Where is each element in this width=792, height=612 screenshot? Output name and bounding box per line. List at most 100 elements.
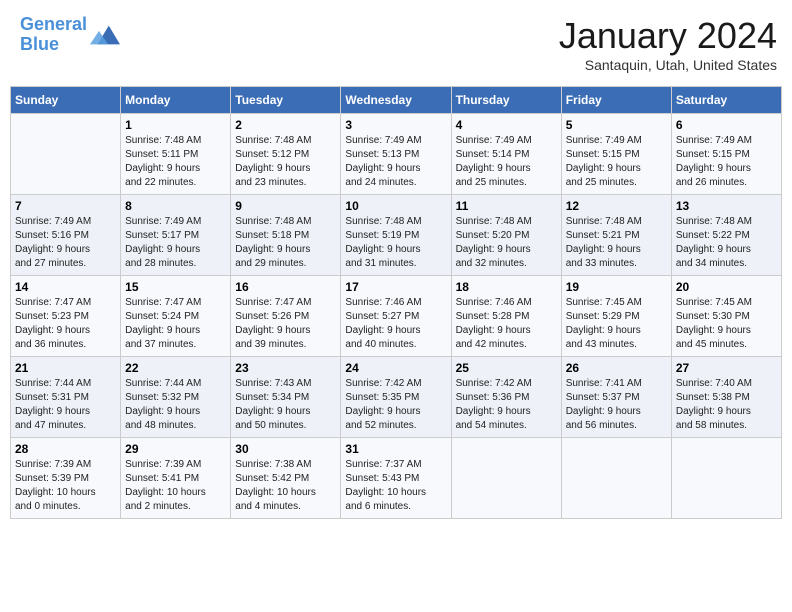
calendar-cell: 25 Sunrise: 7:42 AM Sunset: 5:36 PM Dayli…	[451, 357, 561, 438]
day-number: 30	[235, 442, 336, 456]
day-info: Sunrise: 7:46 AM Sunset: 5:28 PM Dayligh…	[456, 296, 557, 352]
day-number: 21	[15, 361, 116, 375]
day-number: 5	[566, 118, 667, 132]
calendar-cell: 4Sunrise: 7:49 AM Sunset: 5:14 PM Daylig…	[451, 114, 561, 195]
day-info: Sunrise: 7:37 AM Sunset: 5:43 PM Dayligh…	[345, 458, 446, 514]
day-number: 22	[125, 361, 226, 375]
calendar-body: 1 Sunrise: 7:48 AM Sunset: 5:11 PM Daylig…	[11, 114, 782, 519]
calendar-cell: 21Sunrise: 7:44 AM Sunset: 5:31 PM Dayli…	[11, 357, 121, 438]
day-number: 20	[676, 280, 777, 294]
day-number: 13	[676, 199, 777, 213]
calendar-cell: 12 Sunrise: 7:48 AM Sunset: 5:21 PM Dayli…	[561, 195, 671, 276]
calendar-cell: 30Sunrise: 7:38 AM Sunset: 5:42 PM Dayli…	[231, 438, 341, 519]
day-info: Sunrise: 7:49 AM Sunset: 5:15 PM Dayligh…	[566, 134, 667, 190]
calendar-cell	[561, 438, 671, 519]
day-info: Sunrise: 7:48 AM Sunset: 5:21 PM Dayligh…	[566, 215, 667, 271]
calendar-cell: 28 Sunrise: 7:39 AM Sunset: 5:39 PM Dayli…	[11, 438, 121, 519]
calendar-cell: 24 Sunrise: 7:42 AM Sunset: 5:35 PM Dayli…	[341, 357, 451, 438]
day-number: 12	[566, 199, 667, 213]
day-info: Sunrise: 7:42 AM Sunset: 5:36 PM Dayligh…	[456, 377, 557, 433]
calendar-week-1: 1 Sunrise: 7:48 AM Sunset: 5:11 PM Daylig…	[11, 114, 782, 195]
calendar-week-4: 21Sunrise: 7:44 AM Sunset: 5:31 PM Dayli…	[11, 357, 782, 438]
day-number: 18	[456, 280, 557, 294]
calendar-cell: 18 Sunrise: 7:46 AM Sunset: 5:28 PM Dayli…	[451, 276, 561, 357]
day-number: 25	[456, 361, 557, 375]
day-number: 26	[566, 361, 667, 375]
logo-text: General Blue	[20, 15, 87, 55]
day-number: 23	[235, 361, 336, 375]
day-info: Sunrise: 7:41 AM Sunset: 5:37 PM Dayligh…	[566, 377, 667, 433]
header-cell-friday: Friday	[561, 87, 671, 114]
day-number: 2	[235, 118, 336, 132]
header-cell-thursday: Thursday	[451, 87, 561, 114]
location: Santaquin, Utah, United States	[559, 57, 777, 73]
calendar-cell: 20 Sunrise: 7:45 AM Sunset: 5:30 PM Dayli…	[671, 276, 781, 357]
day-info: Sunrise: 7:45 AM Sunset: 5:30 PM Dayligh…	[676, 296, 777, 352]
day-number: 6	[676, 118, 777, 132]
day-info: Sunrise: 7:48 AM Sunset: 5:20 PM Dayligh…	[456, 215, 557, 271]
calendar-cell: 3Sunrise: 7:49 AM Sunset: 5:13 PM Daylig…	[341, 114, 451, 195]
calendar-week-2: 7Sunrise: 7:49 AM Sunset: 5:16 PM Daylig…	[11, 195, 782, 276]
calendar-cell: 27 Sunrise: 7:40 AM Sunset: 5:38 PM Dayli…	[671, 357, 781, 438]
day-info: Sunrise: 7:39 AM Sunset: 5:41 PM Dayligh…	[125, 458, 226, 514]
calendar-week-5: 28 Sunrise: 7:39 AM Sunset: 5:39 PM Dayli…	[11, 438, 782, 519]
title-area: January 2024 Santaquin, Utah, United Sta…	[559, 15, 777, 73]
day-number: 3	[345, 118, 446, 132]
calendar-cell: 13 Sunrise: 7:48 AM Sunset: 5:22 PM Dayli…	[671, 195, 781, 276]
calendar-cell: 14 Sunrise: 7:47 AM Sunset: 5:23 PM Dayli…	[11, 276, 121, 357]
calendar-cell: 9 Sunrise: 7:48 AM Sunset: 5:18 PM Daylig…	[231, 195, 341, 276]
logo-icon	[90, 20, 120, 50]
day-info: Sunrise: 7:46 AM Sunset: 5:27 PM Dayligh…	[345, 296, 446, 352]
day-info: Sunrise: 7:48 AM Sunset: 5:12 PM Dayligh…	[235, 134, 336, 190]
header-cell-sunday: Sunday	[11, 87, 121, 114]
day-info: Sunrise: 7:39 AM Sunset: 5:39 PM Dayligh…	[15, 458, 116, 514]
day-number: 24	[345, 361, 446, 375]
calendar-cell: 26 Sunrise: 7:41 AM Sunset: 5:37 PM Dayli…	[561, 357, 671, 438]
logo: General Blue	[20, 15, 120, 55]
page-header: General Blue January 2024 Santaquin, Uta…	[10, 10, 782, 78]
calendar-cell: 1 Sunrise: 7:48 AM Sunset: 5:11 PM Daylig…	[121, 114, 231, 195]
day-info: Sunrise: 7:47 AM Sunset: 5:24 PM Dayligh…	[125, 296, 226, 352]
calendar-cell: 19Sunrise: 7:45 AM Sunset: 5:29 PM Dayli…	[561, 276, 671, 357]
header-cell-wednesday: Wednesday	[341, 87, 451, 114]
calendar-cell: 7Sunrise: 7:49 AM Sunset: 5:16 PM Daylig…	[11, 195, 121, 276]
day-number: 1	[125, 118, 226, 132]
day-info: Sunrise: 7:48 AM Sunset: 5:18 PM Dayligh…	[235, 215, 336, 271]
calendar-cell: 17Sunrise: 7:46 AM Sunset: 5:27 PM Dayli…	[341, 276, 451, 357]
day-number: 15	[125, 280, 226, 294]
day-info: Sunrise: 7:42 AM Sunset: 5:35 PM Dayligh…	[345, 377, 446, 433]
day-number: 31	[345, 442, 446, 456]
day-info: Sunrise: 7:49 AM Sunset: 5:15 PM Dayligh…	[676, 134, 777, 190]
day-number: 27	[676, 361, 777, 375]
day-info: Sunrise: 7:40 AM Sunset: 5:38 PM Dayligh…	[676, 377, 777, 433]
day-number: 29	[125, 442, 226, 456]
day-number: 16	[235, 280, 336, 294]
calendar-cell: 15 Sunrise: 7:47 AM Sunset: 5:24 PM Dayli…	[121, 276, 231, 357]
calendar-cell: 11Sunrise: 7:48 AM Sunset: 5:20 PM Dayli…	[451, 195, 561, 276]
header-cell-saturday: Saturday	[671, 87, 781, 114]
calendar-cell: 16Sunrise: 7:47 AM Sunset: 5:26 PM Dayli…	[231, 276, 341, 357]
calendar-cell: 10 Sunrise: 7:48 AM Sunset: 5:19 PM Dayli…	[341, 195, 451, 276]
day-number: 28	[15, 442, 116, 456]
day-number: 7	[15, 199, 116, 213]
calendar-cell: 29 Sunrise: 7:39 AM Sunset: 5:41 PM Dayli…	[121, 438, 231, 519]
calendar-cell	[11, 114, 121, 195]
calendar-table: SundayMondayTuesdayWednesdayThursdayFrid…	[10, 86, 782, 519]
day-info: Sunrise: 7:49 AM Sunset: 5:17 PM Dayligh…	[125, 215, 226, 271]
day-info: Sunrise: 7:48 AM Sunset: 5:11 PM Dayligh…	[125, 134, 226, 190]
day-info: Sunrise: 7:48 AM Sunset: 5:19 PM Dayligh…	[345, 215, 446, 271]
day-number: 10	[345, 199, 446, 213]
calendar-cell: 23Sunrise: 7:43 AM Sunset: 5:34 PM Dayli…	[231, 357, 341, 438]
calendar-cell: 5 Sunrise: 7:49 AM Sunset: 5:15 PM Daylig…	[561, 114, 671, 195]
day-info: Sunrise: 7:47 AM Sunset: 5:23 PM Dayligh…	[15, 296, 116, 352]
day-number: 4	[456, 118, 557, 132]
month-title: January 2024	[559, 15, 777, 57]
day-number: 9	[235, 199, 336, 213]
day-info: Sunrise: 7:44 AM Sunset: 5:32 PM Dayligh…	[125, 377, 226, 433]
calendar-cell: 2 Sunrise: 7:48 AM Sunset: 5:12 PM Daylig…	[231, 114, 341, 195]
calendar-cell: 8Sunrise: 7:49 AM Sunset: 5:17 PM Daylig…	[121, 195, 231, 276]
day-info: Sunrise: 7:48 AM Sunset: 5:22 PM Dayligh…	[676, 215, 777, 271]
day-info: Sunrise: 7:45 AM Sunset: 5:29 PM Dayligh…	[566, 296, 667, 352]
day-number: 14	[15, 280, 116, 294]
calendar-cell: 31 Sunrise: 7:37 AM Sunset: 5:43 PM Dayli…	[341, 438, 451, 519]
